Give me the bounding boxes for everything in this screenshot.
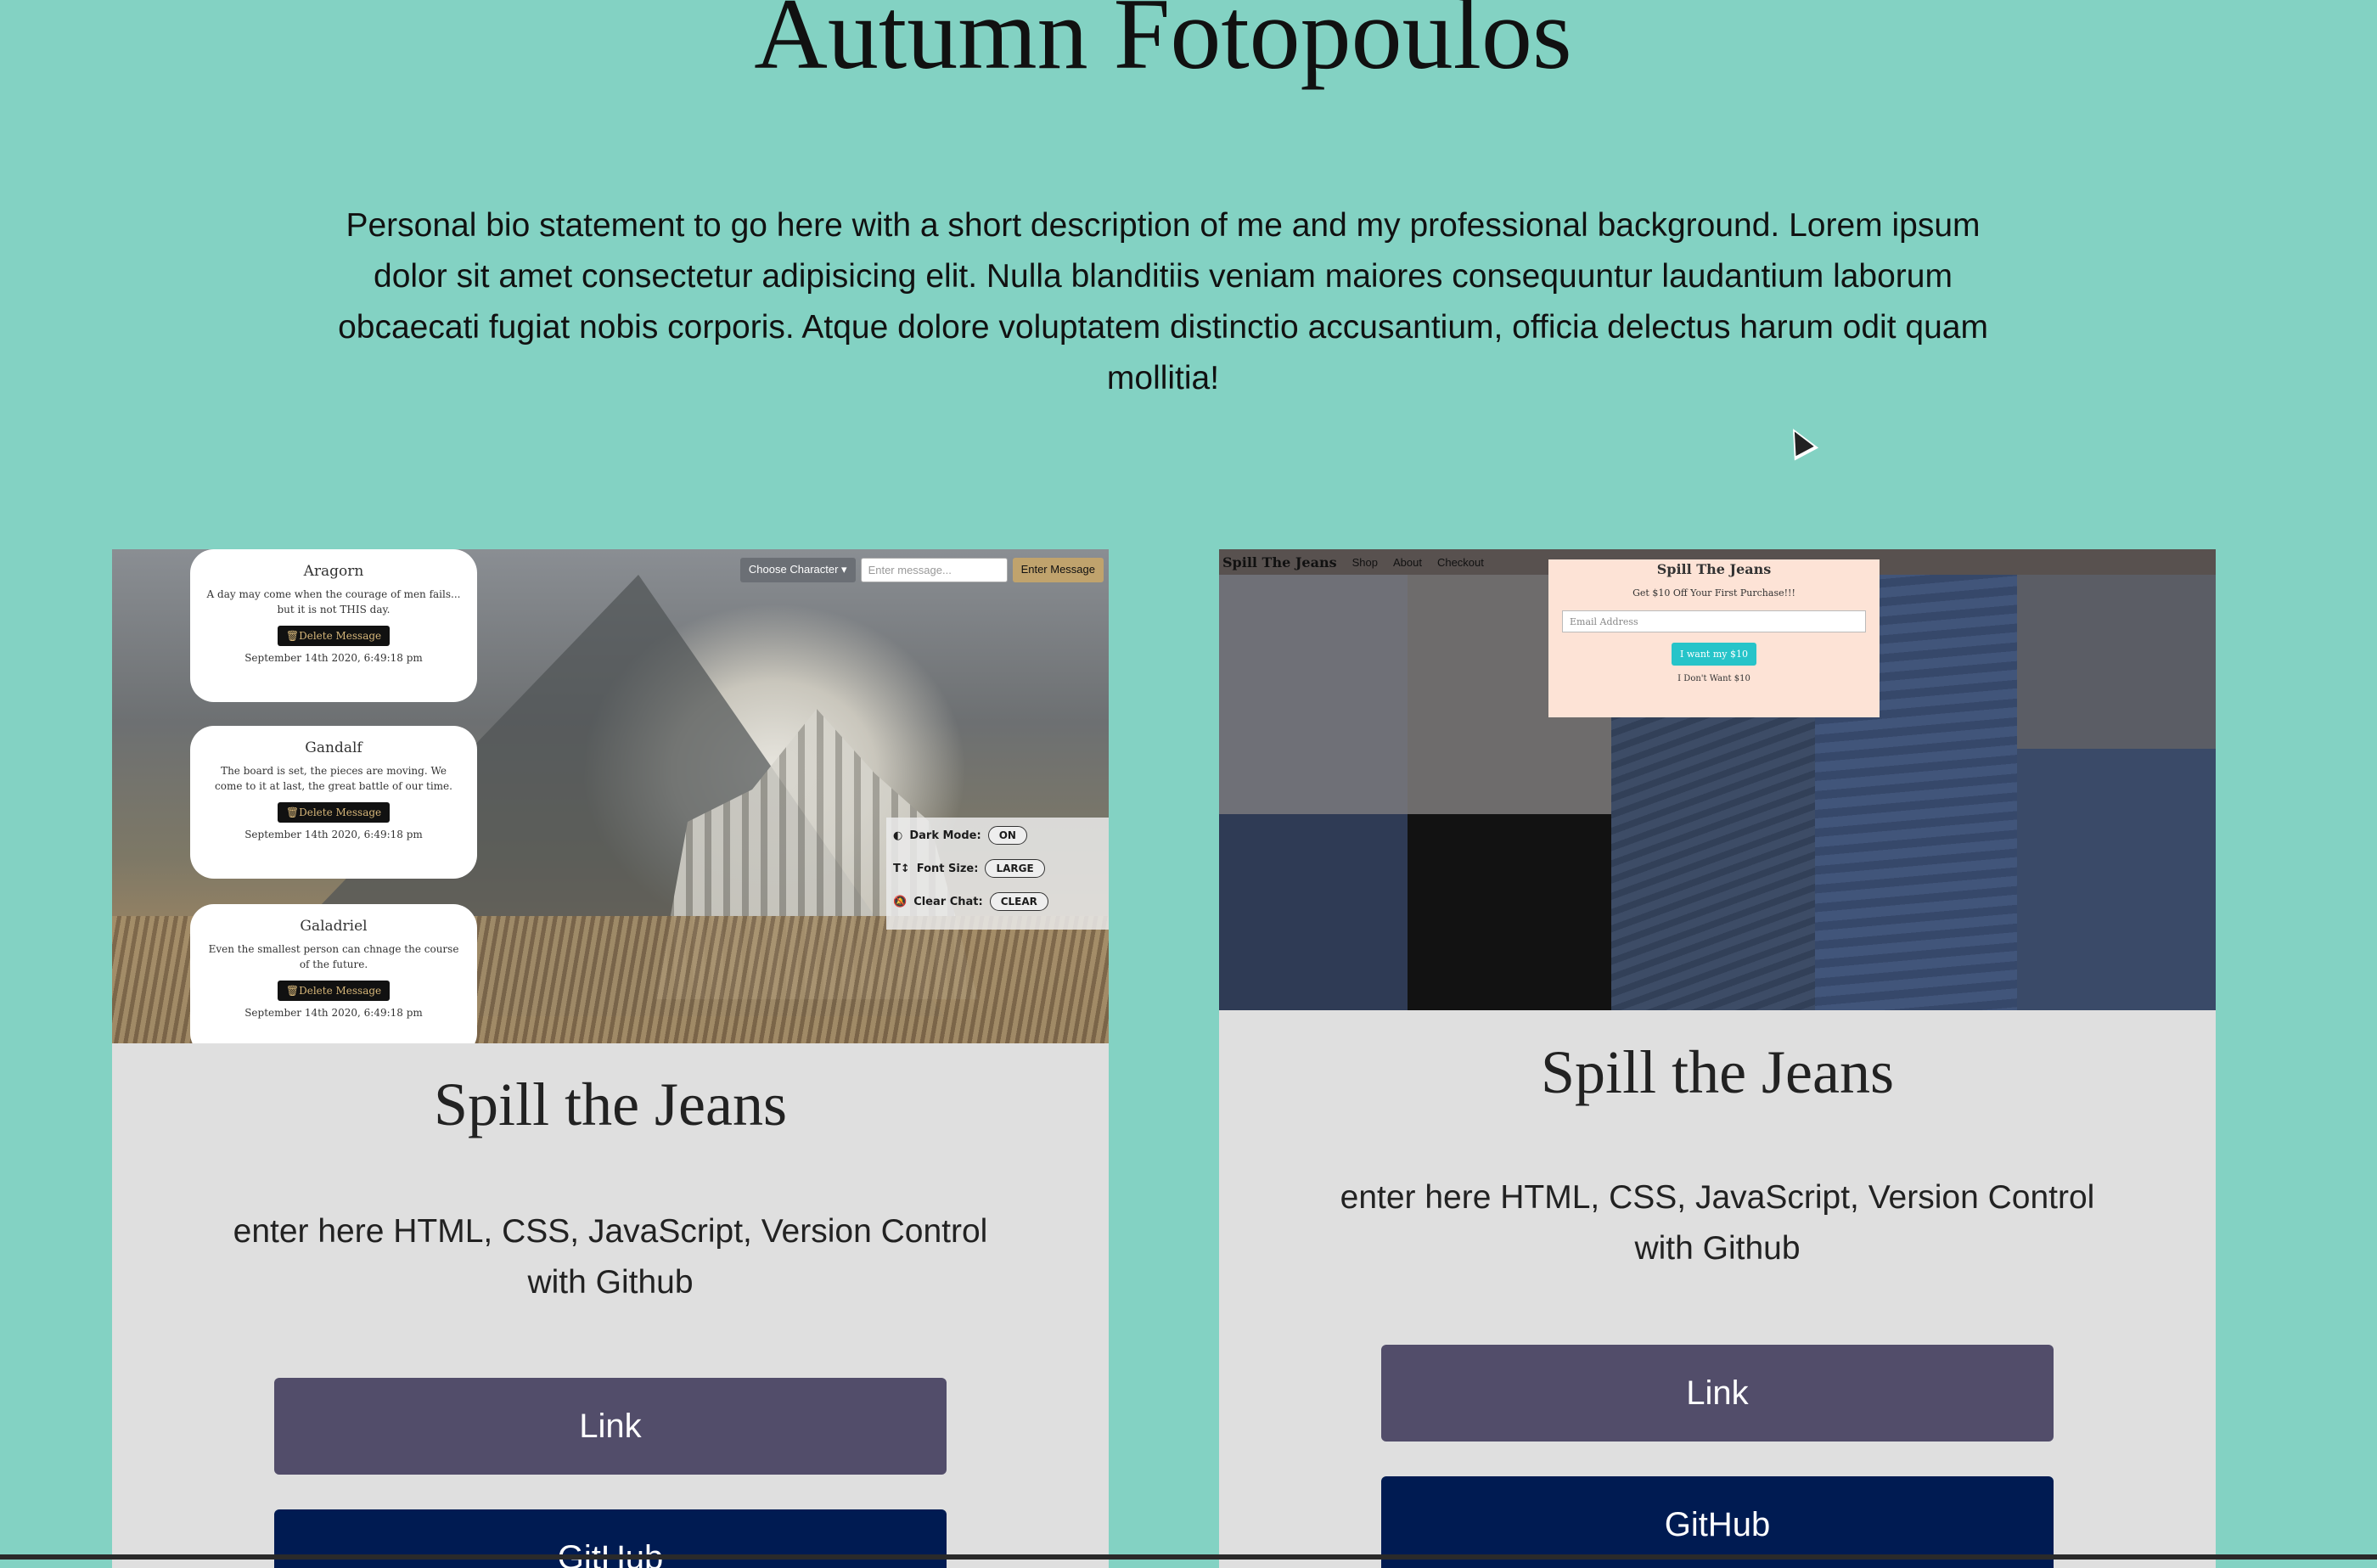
- enter-message-button: Enter Message: [1012, 558, 1104, 582]
- project-link-button[interactable]: Link: [274, 1378, 947, 1475]
- message-input: Enter message...: [860, 558, 1008, 582]
- trash-icon: 🗑: [285, 985, 300, 997]
- trash-icon: 🗑: [285, 630, 300, 642]
- chat-message: Gandalf The board is set, the pieces are…: [190, 726, 477, 879]
- font-size-icon: T↕: [893, 862, 910, 875]
- project-description: enter here HTML, CSS, JavaScript, Versio…: [233, 1213, 988, 1301]
- project-description: enter here HTML, CSS, JavaScript, Versio…: [1340, 1179, 2095, 1267]
- project-title: Spill the Jeans: [1541, 1038, 1894, 1106]
- project-card: Spill The Jeans Shop About Checkout Spil…: [1219, 549, 2216, 1568]
- project-card: Choose Character ▾ Enter message... Ente…: [112, 549, 1109, 1568]
- bio-statement: Personal bio statement to go here with a…: [338, 207, 1988, 396]
- mute-icon: 🔕: [893, 895, 908, 908]
- chat-message: Aragorn A day may come when the courage …: [190, 549, 477, 702]
- contrast-icon: ◐: [893, 829, 903, 842]
- project-screenshot: Choose Character ▾ Enter message... Ente…: [112, 549, 1109, 1043]
- mouse-cursor-icon: [1780, 422, 1819, 461]
- trash-icon: 🗑: [285, 806, 300, 818]
- project-title: Spill the Jeans: [434, 1071, 787, 1138]
- scrollbar[interactable]: [0, 1554, 2377, 1560]
- project-screenshot: Spill The Jeans Shop About Checkout Spil…: [1219, 549, 2216, 1010]
- chat-toolbar: Choose Character ▾ Enter message... Ente…: [739, 558, 1104, 582]
- chat-message: Galadriel Even the smallest person can c…: [190, 904, 477, 1043]
- project-link-button[interactable]: Link: [1381, 1345, 2054, 1442]
- page-title: Autumn Fotopoulos: [754, 0, 1572, 90]
- settings-panel: ◐ Dark Mode: ON T↕ Font Size: LARGE 🔕 Clear C…: [886, 818, 1109, 930]
- choose-character-dropdown: Choose Character ▾: [739, 558, 856, 582]
- discount-modal: Spill The Jeans Get $10 Off Your First P…: [1548, 559, 1880, 717]
